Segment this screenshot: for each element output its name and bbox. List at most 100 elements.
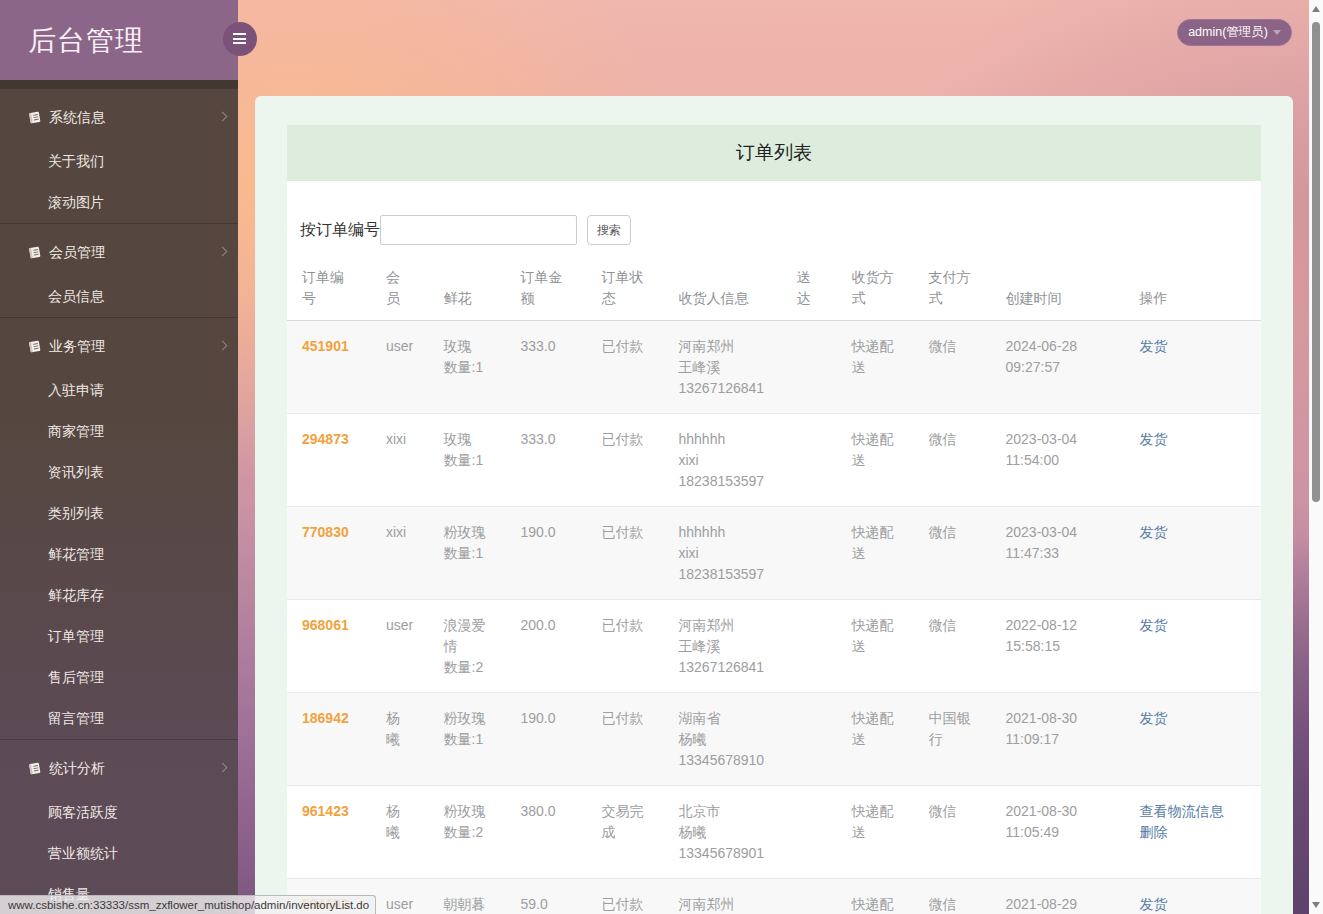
cell-delivered bbox=[782, 414, 837, 507]
cell-member: xixi bbox=[371, 414, 429, 507]
sidebar-item-message-mgmt[interactable]: 留言管理 bbox=[0, 698, 238, 739]
cell-order-no: 186942 bbox=[287, 693, 371, 786]
col-header-amount: 订单金额 bbox=[506, 253, 587, 321]
cell-delivery-method: 快递配送 bbox=[837, 507, 914, 600]
menu-toggle-button[interactable] bbox=[223, 22, 257, 56]
cell-flower: 浪漫爱情数量:2 bbox=[429, 600, 506, 693]
book-icon bbox=[27, 110, 42, 125]
col-header-delivery-method: 收货方式 bbox=[837, 253, 914, 321]
cell-delivery-method: 快递配送 bbox=[837, 693, 914, 786]
cell-amount: 190.0 bbox=[506, 507, 587, 600]
sidebar-item-banner-images[interactable]: 滚动图片 bbox=[0, 182, 238, 223]
sidebar-item-about-us[interactable]: 关于我们 bbox=[0, 141, 238, 182]
order-row: 294873xixi玫瑰数量:1333.0已付款hhhhhhxixi182381… bbox=[287, 414, 1261, 507]
status-url: www.csbishe.cn:33333/ssm_zxflower_mutish… bbox=[8, 899, 369, 911]
col-header-payment: 支付方式 bbox=[914, 253, 991, 321]
cell-amount: 333.0 bbox=[506, 321, 587, 414]
col-header-member: 会员 bbox=[371, 253, 429, 321]
cell-delivery-method: 快递配送 bbox=[837, 600, 914, 693]
logistics-link[interactable]: 查看物流信息 bbox=[1140, 801, 1247, 822]
cell-created: 2022-08-12 15:58:15 bbox=[991, 600, 1125, 693]
sidebar-item-category-list[interactable]: 类别列表 bbox=[0, 493, 238, 534]
cell-created: 2023-03-04 11:54:00 bbox=[991, 414, 1125, 507]
cell-created: 2023-03-04 11:47:33 bbox=[991, 507, 1125, 600]
cell-recipient: 河南郑州王峰溪13267126841 bbox=[664, 321, 782, 414]
cell-order-no: 961423 bbox=[287, 786, 371, 879]
panel-title: 订单列表 bbox=[287, 125, 1261, 181]
cell-amount: 59.0 bbox=[506, 879, 587, 914]
scroll-down-arrow[interactable] bbox=[1312, 902, 1320, 908]
cell-delivery-method: 快递配送 bbox=[837, 414, 914, 507]
cell-actions: 发货 bbox=[1125, 321, 1262, 414]
sidebar-group-label: 会员管理 bbox=[49, 244, 105, 262]
sidebar-item-flower-inventory[interactable]: 鲜花库存 bbox=[0, 575, 238, 616]
sidebar-group-header-system-info[interactable]: 系统信息 bbox=[0, 94, 238, 141]
ship-link[interactable]: 发货 bbox=[1140, 894, 1247, 914]
sidebar-item-merchant-mgmt[interactable]: 商家管理 bbox=[0, 411, 238, 452]
sidebar-group-system-info: 系统信息关于我们滚动图片 bbox=[0, 88, 238, 223]
cell-amount: 333.0 bbox=[506, 414, 587, 507]
scrollbar-thumb[interactable] bbox=[1312, 22, 1320, 502]
sidebar-group-label: 业务管理 bbox=[49, 338, 105, 356]
delete-link[interactable]: 删除 bbox=[1140, 822, 1247, 843]
chevron-right-icon bbox=[218, 112, 228, 122]
cell-status: 已付款 bbox=[587, 600, 664, 693]
sidebar-group-header-stats-analysis[interactable]: 统计分析 bbox=[0, 745, 238, 792]
ship-link[interactable]: 发货 bbox=[1140, 615, 1247, 636]
cell-payment: 微信 bbox=[914, 786, 991, 879]
search-button[interactable]: 搜索 bbox=[587, 215, 631, 245]
app-title: 后台管理 bbox=[28, 22, 144, 60]
col-header-order-no: 订单编号 bbox=[287, 253, 371, 321]
book-icon bbox=[27, 245, 42, 260]
cell-flower: 玫瑰数量:1 bbox=[429, 321, 506, 414]
cell-actions: 发货 bbox=[1125, 507, 1262, 600]
ship-link[interactable]: 发货 bbox=[1140, 336, 1247, 357]
sidebar-group-business-mgmt: 业务管理入驻申请商家管理资讯列表类别列表鲜花管理鲜花库存订单管理售后管理留言管理 bbox=[0, 317, 238, 739]
sidebar-group-header-business-mgmt[interactable]: 业务管理 bbox=[0, 323, 238, 370]
cell-order-no: 968061 bbox=[287, 600, 371, 693]
cell-member: user bbox=[371, 879, 429, 914]
col-header-recipient: 收货人信息 bbox=[664, 253, 782, 321]
cell-member: 杨曦 bbox=[371, 693, 429, 786]
cell-flower: 粉玫瑰数量:2 bbox=[429, 786, 506, 879]
order-row: 594192user朝朝暮59.0已付款河南郑州快递配送微信2021-08-29… bbox=[287, 879, 1261, 914]
sidebar-item-customer-activity[interactable]: 顾客活跃度 bbox=[0, 792, 238, 833]
cell-delivery-method: 快递配送 bbox=[837, 786, 914, 879]
sidebar-group-header-member-mgmt[interactable]: 会员管理 bbox=[0, 229, 238, 276]
sidebar-item-order-mgmt[interactable]: 订单管理 bbox=[0, 616, 238, 657]
order-no-search-input[interactable] bbox=[380, 215, 577, 245]
chevron-right-icon bbox=[218, 763, 228, 773]
cell-amount: 200.0 bbox=[506, 600, 587, 693]
cell-delivered bbox=[782, 507, 837, 600]
cell-status: 已付款 bbox=[587, 414, 664, 507]
cell-actions: 发货 bbox=[1125, 879, 1262, 914]
col-header-status: 订单状态 bbox=[587, 253, 664, 321]
cell-order-no: 294873 bbox=[287, 414, 371, 507]
sidebar-item-revenue-stats[interactable]: 营业额统计 bbox=[0, 833, 238, 874]
cell-flower: 朝朝暮 bbox=[429, 879, 506, 914]
cell-delivery-method: 快递配送 bbox=[837, 879, 914, 914]
ship-link[interactable]: 发货 bbox=[1140, 708, 1247, 729]
sidebar-item-flower-mgmt[interactable]: 鲜花管理 bbox=[0, 534, 238, 575]
cell-amount: 380.0 bbox=[506, 786, 587, 879]
cell-amount: 190.0 bbox=[506, 693, 587, 786]
book-icon bbox=[27, 339, 42, 354]
order-row: 186942杨曦粉玫瑰数量:1190.0已付款湖南省杨曦13345678910快… bbox=[287, 693, 1261, 786]
user-menu-button[interactable]: admin(管理员) bbox=[1177, 19, 1292, 46]
sidebar-item-news-list[interactable]: 资讯列表 bbox=[0, 452, 238, 493]
sidebar-item-merchant-apply[interactable]: 入驻申请 bbox=[0, 370, 238, 411]
scroll-up-arrow[interactable] bbox=[1312, 6, 1320, 12]
ship-link[interactable]: 发货 bbox=[1140, 522, 1247, 543]
col-header-created: 创建时间 bbox=[991, 253, 1125, 321]
cell-member: 杨曦 bbox=[371, 786, 429, 879]
sidebar-item-member-info[interactable]: 会员信息 bbox=[0, 276, 238, 317]
table-header-row: 订单编号会员鲜花订单金额订单状态收货人信息送达收货方式支付方式创建时间操作 bbox=[287, 253, 1261, 321]
cell-flower: 粉玫瑰数量:1 bbox=[429, 693, 506, 786]
ship-link[interactable]: 发货 bbox=[1140, 429, 1247, 450]
cell-payment: 微信 bbox=[914, 507, 991, 600]
col-header-delivered: 送达 bbox=[782, 253, 837, 321]
sidebar-item-aftersale-mgmt[interactable]: 售后管理 bbox=[0, 657, 238, 698]
cell-created: 2024-06-28 09:27:57 bbox=[991, 321, 1125, 414]
cell-order-no: 451901 bbox=[287, 321, 371, 414]
vertical-scrollbar[interactable] bbox=[1309, 0, 1323, 914]
